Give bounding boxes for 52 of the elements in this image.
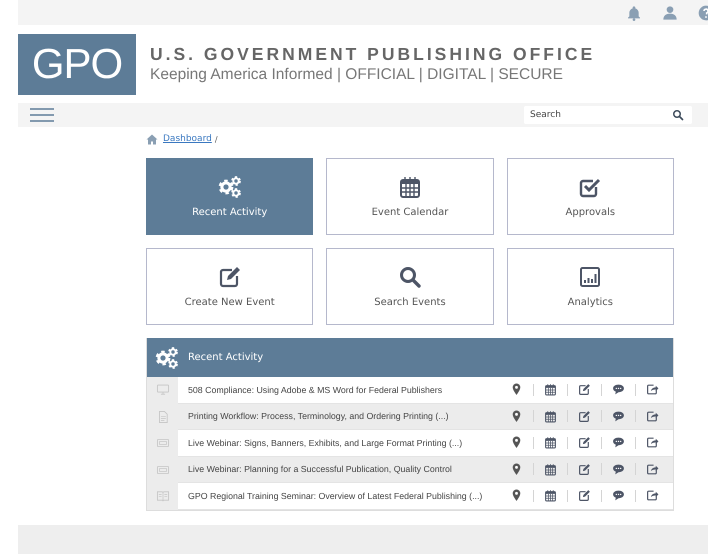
breadcrumb-separator: / xyxy=(214,134,218,144)
dashboard-tile[interactable]: Search Events xyxy=(326,248,494,325)
comment-icon[interactable] xyxy=(612,489,625,502)
comment-icon[interactable] xyxy=(612,436,625,450)
calendar-icon[interactable] xyxy=(544,436,557,450)
search-icon xyxy=(398,265,422,289)
search-field[interactable]: Search xyxy=(524,106,692,124)
share-icon[interactable] xyxy=(646,462,659,476)
panel-title: Recent Activity xyxy=(188,352,264,363)
edit-icon[interactable] xyxy=(578,410,591,423)
logo[interactable]: GPO xyxy=(18,34,136,94)
dashboard-tile[interactable]: Recent Activity xyxy=(146,158,314,235)
share-icon[interactable] xyxy=(646,410,659,423)
bar-chart-icon xyxy=(578,265,602,289)
calendar-icon[interactable] xyxy=(544,410,557,423)
dashboard-tile[interactable]: Approvals xyxy=(506,158,674,235)
calendar-icon[interactable] xyxy=(544,462,557,476)
activity-title[interactable]: 508 Compliance: Using Adobe & MS Word for Federal Publishers xyxy=(188,384,442,395)
activity-title[interactable]: Live Webinar: Signs, Banners, Exhibits, and Large Format Printing (...) xyxy=(188,438,462,448)
dashboard-tile[interactable]: Event Calendar xyxy=(326,158,494,235)
edit-icon[interactable] xyxy=(578,383,591,396)
comment-icon[interactable] xyxy=(612,410,625,423)
site-tagline: Keeping America Informed | OFFICIAL | DIGITAL | SECURE xyxy=(150,66,564,84)
calendar-icon[interactable] xyxy=(544,489,557,502)
edit-icon[interactable] xyxy=(578,462,591,476)
location-pin-icon[interactable] xyxy=(510,410,523,423)
comment-icon[interactable] xyxy=(612,383,625,396)
site-title: U.S. GOVERNMENT PUBLISHING OFFICE xyxy=(150,44,596,65)
edit-icon[interactable] xyxy=(578,489,591,502)
calendar-icon[interactable] xyxy=(544,383,557,396)
home-icon[interactable] xyxy=(146,134,158,144)
search-icon[interactable] xyxy=(672,109,684,121)
comment-icon[interactable] xyxy=(612,462,625,476)
location-pin-icon[interactable] xyxy=(510,383,523,396)
dashboard-tile[interactable]: Analytics xyxy=(506,248,674,325)
gears-icon xyxy=(155,346,179,370)
calendar-icon xyxy=(398,175,422,199)
gears-icon xyxy=(218,175,242,199)
breadcrumb-link[interactable]: Dashboard xyxy=(163,134,212,144)
dashboard-tile[interactable]: Create New Event xyxy=(146,248,314,325)
monitor-icon xyxy=(156,383,170,398)
location-pin-icon[interactable] xyxy=(510,489,523,502)
edit-icon xyxy=(218,265,242,289)
edit-icon[interactable] xyxy=(578,436,591,450)
share-icon[interactable] xyxy=(646,489,659,502)
book-icon xyxy=(156,489,170,504)
share-icon[interactable] xyxy=(646,383,659,396)
location-pin-icon[interactable] xyxy=(510,462,523,476)
share-icon[interactable] xyxy=(646,436,659,450)
location-pin-icon[interactable] xyxy=(510,436,523,450)
menu-icon[interactable] xyxy=(30,108,54,122)
activity-title[interactable]: GPO Regional Training Seminar: Overview of Latest Federal Publishing (...) xyxy=(188,490,482,501)
